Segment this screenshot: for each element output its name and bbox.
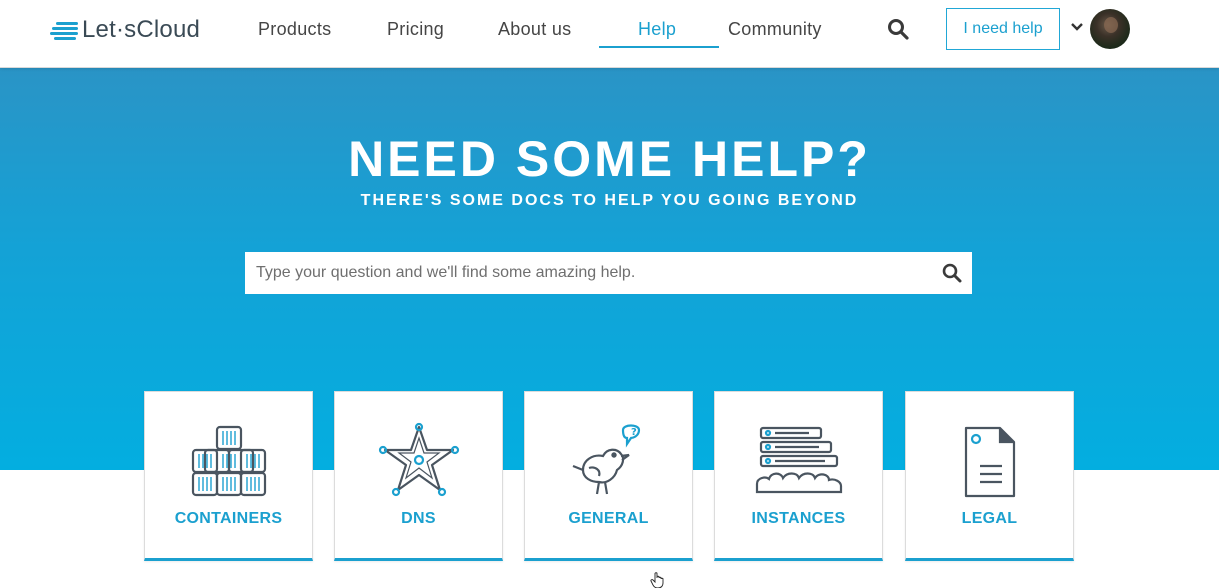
search-icon[interactable] — [886, 17, 910, 41]
help-search-input[interactable] — [245, 252, 935, 294]
category-label: GENERAL — [568, 510, 649, 527]
search-submit-icon[interactable] — [941, 262, 963, 284]
nav-products[interactable]: Products — [258, 17, 331, 41]
logo-text: Let·sCloud — [82, 16, 201, 43]
server-stack-icon — [755, 426, 843, 494]
chevron-down-icon[interactable] — [1070, 20, 1084, 34]
page-title: NEED SOME HELP? — [348, 131, 871, 187]
nav-pricing[interactable]: Pricing — [387, 17, 444, 41]
category-card-legal[interactable]: LEGAL — [905, 391, 1074, 561]
category-card-general[interactable]: ? GENERAL — [524, 391, 693, 561]
category-label: DNS — [401, 510, 436, 527]
category-label: LEGAL — [961, 510, 1018, 527]
category-card-containers[interactable]: CONTAINERS — [144, 391, 313, 561]
page-subtitle: THERE'S SOME DOCS TO HELP YOU GOING BEYO… — [360, 192, 859, 209]
document-icon — [964, 426, 1016, 498]
containers-icon — [191, 425, 267, 497]
category-card-dns[interactable]: DNS — [334, 391, 503, 561]
letscloud-logo[interactable]: Let·sCloud — [50, 14, 200, 46]
logo-cloud-icon — [50, 22, 78, 40]
active-nav-indicator — [599, 46, 719, 48]
help-search-box — [245, 252, 972, 294]
bird-question-icon: ? — [572, 424, 641, 495]
top-navigation-bar: Let·sCloud Products Pricing About us Hel… — [0, 0, 1219, 68]
category-label: INSTANCES — [751, 510, 846, 527]
nav-community[interactable]: Community — [728, 17, 822, 41]
nav-about-us[interactable]: About us — [498, 17, 571, 41]
star-network-icon — [378, 422, 460, 497]
hand-cursor-icon — [650, 572, 664, 588]
svg-text:?: ? — [631, 427, 637, 438]
i-need-help-button[interactable]: I need help — [946, 8, 1060, 50]
category-label: CONTAINERS — [174, 510, 283, 527]
nav-help[interactable]: Help — [638, 17, 676, 41]
user-avatar[interactable] — [1090, 9, 1130, 49]
category-card-instances[interactable]: INSTANCES — [714, 391, 883, 561]
